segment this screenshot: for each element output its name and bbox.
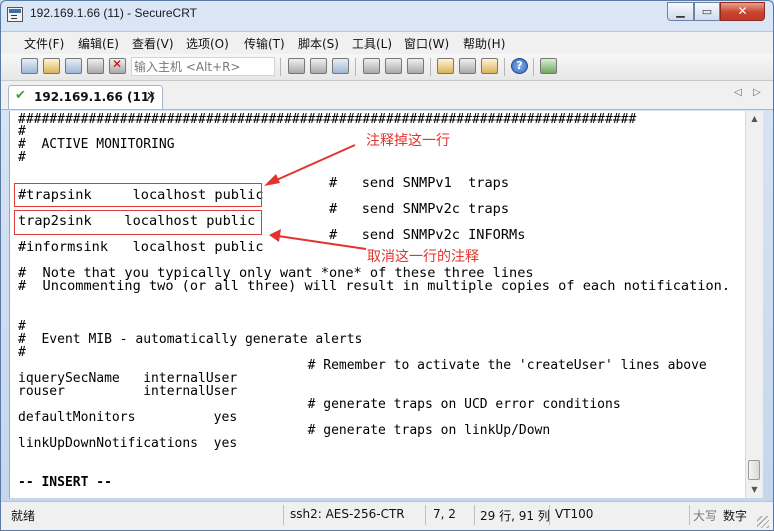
terminal-vertical-scrollbar[interactable]: ▲ ▼: [745, 111, 763, 498]
status-num-lock: 数字: [723, 509, 748, 523]
disconnect-icon[interactable]: [109, 57, 126, 74]
tab-scroll-left-icon[interactable]: ◁: [734, 87, 742, 98]
securecrt-window: 192.169.1.66 (11) - SecureCRT ▁ ▭ ✕ 文件(F…: [0, 0, 774, 531]
menu-tools[interactable]: 工具(L): [352, 35, 392, 52]
toolbar-separator: [280, 58, 281, 76]
session-options-icon[interactable]: [437, 58, 454, 74]
menu-options[interactable]: 选项(O): [186, 35, 229, 52]
title-bar[interactable]: 192.169.1.66 (11) - SecureCRT ▁ ▭ ✕: [1, 1, 773, 29]
window-title: 192.169.1.66 (11) - SecureCRT: [30, 6, 197, 20]
print-setup-icon[interactable]: [385, 58, 402, 74]
menu-bar: 文件(F) 编辑(E) 查看(V) 选项(O) 传输(T) 脚本(S) 工具(L…: [1, 31, 773, 54]
sftp-icon[interactable]: [540, 58, 557, 74]
resize-grip-icon[interactable]: [757, 516, 769, 528]
annotation-comment-out: 注释掉这一行: [366, 133, 450, 149]
terminal-line: # Event MIB - automatically generate ale…: [18, 332, 363, 347]
status-divider: [283, 505, 284, 525]
status-divider: [474, 505, 475, 525]
reconnect-icon[interactable]: [87, 58, 104, 74]
copy-icon[interactable]: [288, 58, 305, 74]
menu-script[interactable]: 脚本(S): [298, 35, 339, 52]
host-input[interactable]: [131, 57, 275, 76]
tab-close-button[interactable]: ✕: [146, 89, 156, 103]
status-terminal-type: VT100: [555, 507, 594, 521]
status-ready: 就绪: [11, 509, 36, 523]
connect-icon[interactable]: [21, 58, 38, 74]
annotation-arrow-top: [271, 144, 356, 183]
status-divider: [549, 505, 550, 525]
minimize-button[interactable]: ▁: [667, 2, 694, 21]
annotation-uncomment: 取消这一行的注释: [367, 249, 479, 265]
menu-file[interactable]: 文件(F): [24, 35, 64, 52]
print-selection-icon[interactable]: [407, 58, 424, 74]
keymap-icon[interactable]: [481, 58, 498, 74]
vim-mode-indicator: -- INSERT --: [18, 475, 112, 490]
tab-scroll-right-icon[interactable]: ▷: [753, 87, 761, 98]
status-divider: [425, 505, 426, 525]
scroll-down-icon[interactable]: ▼: [746, 482, 763, 498]
annotation-arrowhead-top: [264, 174, 280, 186]
toolbar-separator: [533, 58, 534, 76]
connected-check-icon: ✔: [15, 88, 26, 103]
menu-help[interactable]: 帮助(H): [463, 35, 505, 52]
status-caps-lock: 大写: [693, 509, 718, 523]
close-button[interactable]: ✕: [720, 2, 765, 21]
session-tab[interactable]: ✔ 192.169.1.66 (11) ✕: [8, 85, 163, 109]
toolbar-separator: [504, 58, 505, 76]
quick-connect-icon[interactable]: [43, 58, 60, 74]
menu-window[interactable]: 窗口(W): [404, 35, 449, 52]
menu-edit[interactable]: 编辑(E): [78, 35, 119, 52]
scroll-up-icon[interactable]: ▲: [746, 111, 763, 127]
connect-tab-icon[interactable]: [65, 58, 82, 74]
toolbar: ?: [1, 54, 773, 81]
close-icon: ✕: [737, 4, 748, 18]
securecrt-app-icon[interactable]: [7, 7, 23, 22]
toolbar-separator: [355, 58, 356, 76]
annotation-arrow-bottom: [277, 235, 367, 250]
status-cursor-position: 7, 2: [433, 507, 456, 521]
status-divider: [689, 505, 690, 525]
menu-view[interactable]: 查看(V): [132, 35, 174, 52]
find-icon[interactable]: [332, 58, 349, 74]
print-icon[interactable]: [363, 58, 380, 74]
maximize-icon: ▭: [701, 5, 713, 18]
session-tab-label: 192.169.1.66 (11): [34, 90, 155, 104]
status-cipher: ssh2: AES-256-CTR: [290, 507, 405, 521]
terminal-line: linkUpDownNotifications yes: [18, 436, 238, 451]
status-terminal-size: 29 行, 91 列: [480, 509, 550, 523]
status-bar: 就绪 ssh2: AES-256-CTR 7, 2 29 行, 91 列 VT1…: [1, 501, 773, 530]
paste-icon[interactable]: [310, 58, 327, 74]
minimize-icon: ▁: [676, 5, 685, 18]
scroll-thumb[interactable]: [748, 460, 760, 480]
global-options-icon[interactable]: [459, 58, 476, 74]
toolbar-separator: [430, 58, 431, 76]
help-icon[interactable]: ?: [511, 58, 528, 74]
session-tab-bar: ✔ 192.169.1.66 (11) ✕: [1, 81, 773, 110]
maximize-button[interactable]: ▭: [694, 2, 720, 21]
terminal-area[interactable]: ########################################…: [9, 111, 746, 498]
menu-transfer[interactable]: 传输(T): [244, 35, 285, 52]
annotation-arrowhead-bottom: [269, 229, 281, 242]
